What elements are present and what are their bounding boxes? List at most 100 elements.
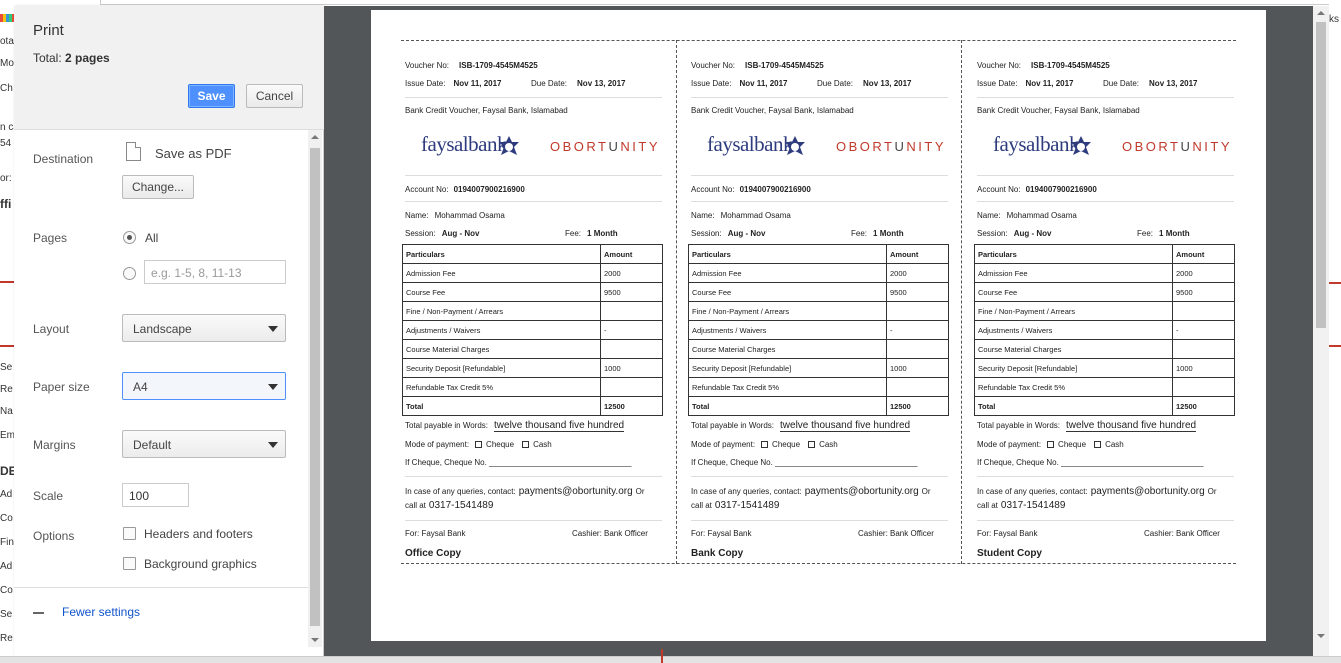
- table-row: Course Fee 9500: [974, 282, 1235, 302]
- particular-cell: Security Deposit [Refundable]: [402, 358, 601, 378]
- paper-size-select[interactable]: A4: [122, 372, 286, 400]
- total-label: Total: [688, 396, 887, 416]
- cashier-label: Cashier: Bank Officer: [1144, 529, 1220, 538]
- headers-footers-checkbox[interactable]: [123, 527, 136, 540]
- save-button[interactable]: Save: [188, 84, 235, 108]
- total-amount: 12500: [1172, 396, 1235, 416]
- particular-cell: Adjustments / Waivers: [402, 320, 601, 340]
- column-header-amount: Amount: [600, 244, 663, 264]
- preview-scroll-thumb[interactable]: [1316, 22, 1326, 328]
- background-divider: [1329, 345, 1341, 347]
- voucher-column: Voucher No: ISB-1709-4545M4525 Issue Date:…: [973, 10, 1248, 610]
- particular-cell: Course Fee: [688, 282, 887, 302]
- table-row: Fine / Non-Payment / Arrears: [402, 301, 663, 321]
- session-label: Session:: [405, 229, 436, 238]
- or-label: Or: [635, 487, 645, 496]
- layout-label: Layout: [33, 322, 70, 336]
- account-row: Account No: 0194007900216900: [977, 185, 1097, 194]
- total-row: Total 12500: [688, 396, 949, 416]
- voucher-no: ISB-1709-4545M4525: [459, 61, 538, 70]
- scroll-down-arrow-icon[interactable]: [311, 638, 319, 642]
- divider: [405, 520, 662, 521]
- preview-page: Voucher No: ISB-1709-4545M4525 Issue Date:…: [371, 10, 1266, 641]
- total-amount: 12500: [600, 396, 663, 416]
- amount-cell: 2000: [1172, 263, 1235, 283]
- divider: [977, 520, 1234, 521]
- or-label: Or: [1207, 487, 1217, 496]
- account-label: Account No:: [405, 185, 449, 194]
- amount-cell: 9500: [886, 282, 949, 302]
- background-graphics-checkbox[interactable]: [123, 557, 136, 570]
- voucher-no-label: Voucher No:: [405, 61, 450, 70]
- table-row: Course Material Charges: [402, 339, 663, 359]
- fee-row: Fee: 1 Month: [851, 229, 904, 238]
- name-label: Name:: [977, 211, 1001, 220]
- name-row: Name: Mohammad Osama: [405, 211, 505, 220]
- divider: [977, 175, 1234, 176]
- preview-scrollbar[interactable]: [1313, 6, 1329, 656]
- horizontal-scrollbar[interactable]: [0, 649, 1341, 663]
- cheque-label: Cheque: [772, 440, 801, 449]
- column-header-amount: Amount: [886, 244, 949, 264]
- margins-select[interactable]: Default: [122, 430, 286, 458]
- session-value: Aug - Nov: [441, 229, 480, 238]
- amount-cell: 1000: [1172, 358, 1235, 378]
- cancel-button[interactable]: Cancel: [246, 84, 303, 108]
- account-label: Account No:: [977, 185, 1021, 194]
- payable-words-row: Total payable in Words: twelve thousand f…: [691, 420, 911, 432]
- scale-label: Scale: [33, 489, 64, 503]
- words-value: twelve thousand five hundred: [1066, 420, 1197, 432]
- call-row: call at 0317-1541489: [691, 500, 779, 511]
- cashier-label: Cashier: Bank Officer: [572, 529, 648, 538]
- particular-cell: Security Deposit [Refundable]: [688, 358, 887, 378]
- voucher-no-label: Voucher No:: [691, 61, 736, 70]
- background-text: Ch: [0, 83, 13, 94]
- total-label: Total: [974, 396, 1173, 416]
- due-date-label: Due Date:: [817, 79, 854, 88]
- pages-range-input[interactable]: e.g. 1-5, 8, 11-13: [144, 260, 286, 284]
- divider: [691, 520, 948, 521]
- voucher-no-row: Voucher No: ISB-1709-4545M4525: [691, 61, 824, 70]
- name-row: Name: Mohammad Osama: [691, 211, 791, 220]
- student-name: Mohammad Osama: [720, 211, 791, 220]
- background-text: Ad: [0, 561, 13, 572]
- amount-cell: [886, 339, 949, 359]
- divider: [691, 175, 948, 176]
- background-text: Ad: [0, 489, 13, 500]
- table-header-row: Particulars Amount: [974, 244, 1235, 264]
- particular-cell: Adjustments / Waivers: [974, 320, 1173, 340]
- column-header-particulars: Particulars: [974, 244, 1173, 264]
- fewer-settings-link[interactable]: Fewer settings: [62, 605, 140, 619]
- scroll-up-arrow-icon[interactable]: [311, 135, 319, 139]
- scroll-down-arrow-icon[interactable]: [1317, 634, 1325, 638]
- voucher-column: Voucher No: ISB-1709-4545M4525 Issue Date:…: [687, 10, 962, 610]
- words-label: Total payable in Words:: [977, 421, 1061, 430]
- change-destination-button[interactable]: Change...: [122, 175, 194, 199]
- background-page-right: ks: [1329, 0, 1341, 663]
- fee-value: 1 Month: [587, 229, 618, 238]
- fee-table: Particulars Amount Admission Fee 2000 Course…: [688, 244, 949, 416]
- pages-label: Pages: [33, 231, 68, 245]
- divider: [977, 201, 1234, 202]
- table-header-row: Particulars Amount: [402, 244, 663, 264]
- for-bank-label: For: Faysal Bank: [405, 529, 466, 538]
- fee-table: Particulars Amount Admission Fee 2000 Course…: [402, 244, 663, 416]
- voucher-column: Voucher No: ISB-1709-4545M4525 Issue Date:…: [401, 10, 676, 610]
- obortunity-logo: OBORTUNITY: [836, 139, 946, 154]
- scroll-up-arrow-icon[interactable]: [1317, 11, 1325, 15]
- scale-input[interactable]: 100: [122, 483, 189, 507]
- particular-cell: Fine / Non-Payment / Arrears: [974, 301, 1173, 321]
- total-row: Total 12500: [974, 396, 1235, 416]
- particular-cell: Course Fee: [402, 282, 601, 302]
- background-text: ks: [1329, 14, 1339, 25]
- settings-scrollbar[interactable]: [308, 130, 322, 647]
- table-row: Course Fee 9500: [688, 282, 949, 302]
- layout-select[interactable]: Landscape: [122, 314, 286, 342]
- cheque-no-row: If Cheque, Cheque No. __________________…: [405, 458, 632, 467]
- cheque-no-row: If Cheque, Cheque No. __________________…: [691, 458, 918, 467]
- pages-custom-radio[interactable]: [123, 267, 136, 280]
- dialog-title: Print: [33, 22, 64, 39]
- settings-scroll-thumb[interactable]: [310, 148, 320, 626]
- pages-all-radio[interactable]: [123, 231, 136, 244]
- particular-cell: Admission Fee: [402, 263, 601, 283]
